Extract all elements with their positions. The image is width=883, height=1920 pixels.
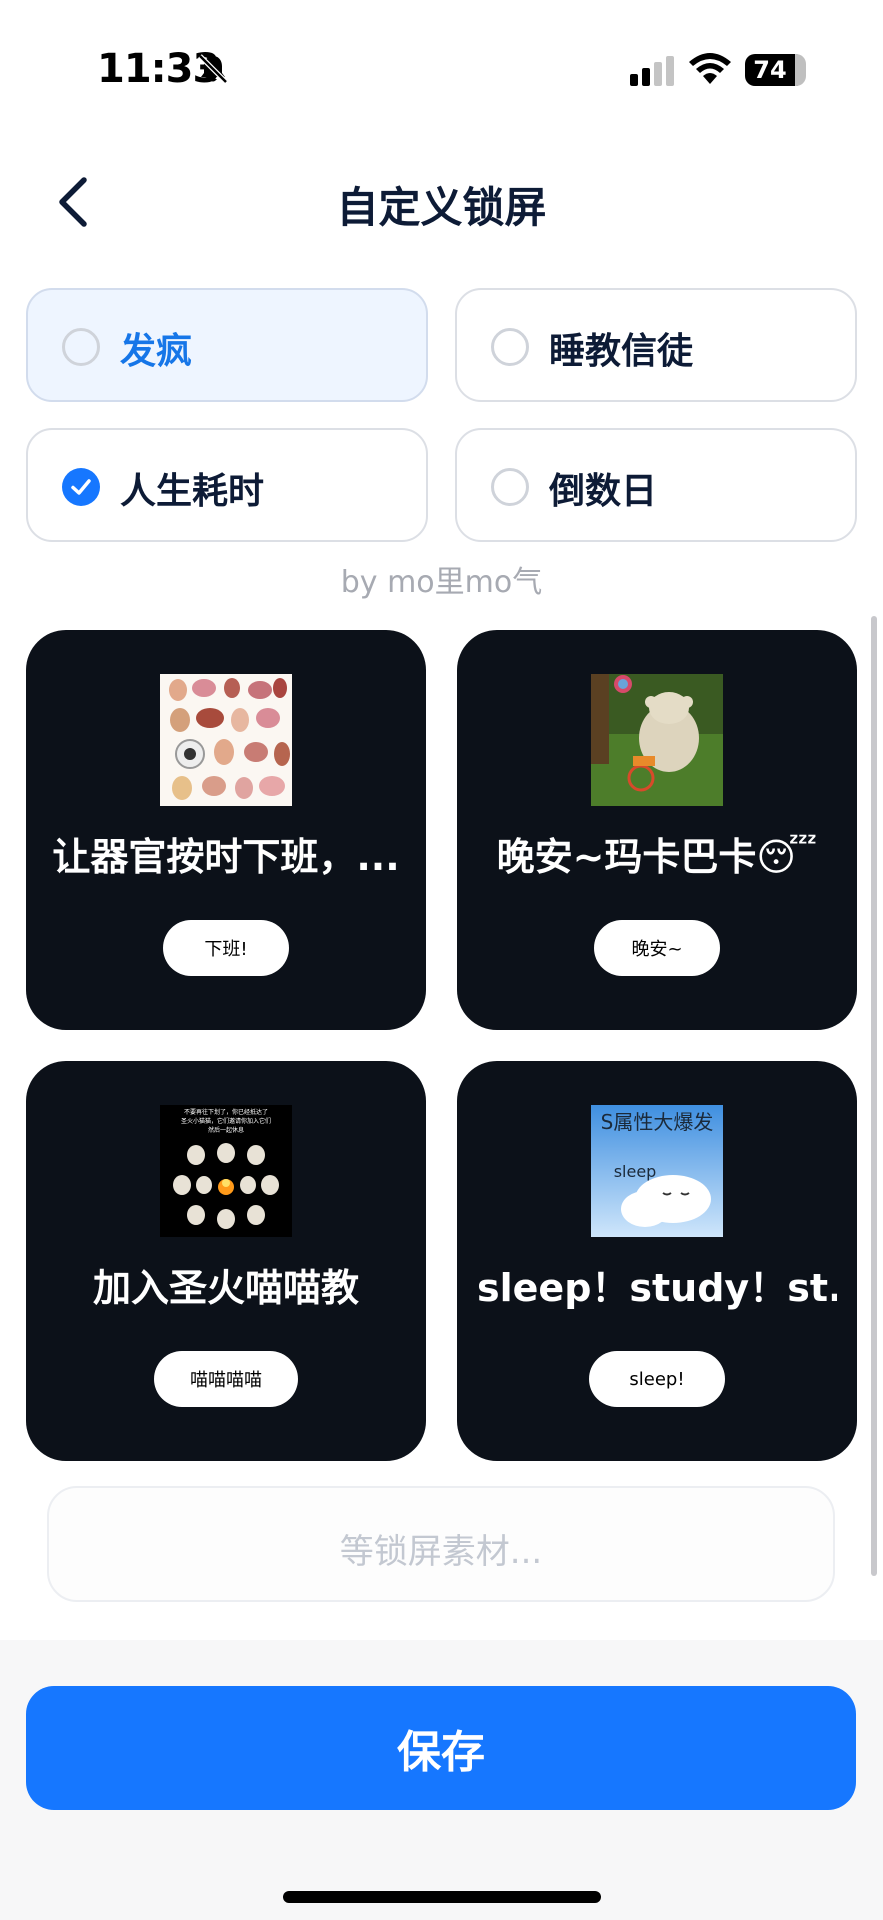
cellular-signal-icon bbox=[630, 56, 674, 86]
option-daoshuri[interactable]: 倒数日 bbox=[455, 428, 857, 542]
option-label: 睡教信徒 bbox=[549, 331, 694, 372]
svg-text:不要再往下划了，你已经抵达了: 不要再往下划了，你已经抵达了 bbox=[184, 1108, 268, 1116]
card-action-button[interactable]: 喵喵喵喵 bbox=[154, 1351, 298, 1407]
svg-text:S属性大爆发: S属性大爆发 bbox=[601, 1110, 714, 1134]
sleepy-cloud-image: S属性大爆发 sleep bbox=[591, 1105, 723, 1237]
radio-checked-icon[interactable] bbox=[62, 468, 100, 506]
lockscreen-card[interactable]: 晚安~玛卡巴卡😴 晚安~ bbox=[457, 630, 857, 1030]
option-label: 倒数日 bbox=[549, 471, 658, 512]
battery-remaining bbox=[795, 54, 806, 86]
lockscreen-card[interactable]: 让器官按时下班，... 下班! bbox=[26, 630, 426, 1030]
more-materials-placeholder: 等锁屏素材... bbox=[47, 1486, 835, 1602]
lockscreen-card[interactable]: S属性大爆发 sleep sleep！study！st... sleep! bbox=[457, 1061, 857, 1461]
home-indicator[interactable] bbox=[283, 1891, 601, 1903]
svg-text:然后一起休息: 然后一起休息 bbox=[208, 1126, 244, 1134]
card-title: 晚安~玛卡巴卡😴 bbox=[496, 835, 818, 879]
lockscreen-card[interactable]: 不要再往下划了，你已经抵达了 圣火小猫猫，它们邀请你加入它们 然后一起休息 加入… bbox=[26, 1061, 426, 1461]
card-title: 加入圣火喵喵教 bbox=[92, 1266, 359, 1310]
card-title: 让器官按时下班，... bbox=[52, 835, 400, 879]
save-button[interactable]: 保存 bbox=[26, 1686, 856, 1810]
makka-pakka-image bbox=[591, 674, 723, 806]
card-title: sleep！study！st... bbox=[477, 1266, 837, 1310]
credit-text: by mo里mo气 bbox=[340, 565, 543, 600]
option-shuijiao[interactable]: 睡教信徒 bbox=[455, 288, 857, 402]
card-action-button[interactable]: sleep! bbox=[589, 1351, 725, 1407]
cats-fire-image: 不要再往下划了，你已经抵达了 圣火小猫猫，它们邀请你加入它们 然后一起休息 bbox=[160, 1105, 292, 1237]
option-label: 发疯 bbox=[120, 331, 193, 372]
svg-text:圣火小猫猫，它们邀请你加入它们: 圣火小猫猫，它们邀请你加入它们 bbox=[181, 1117, 271, 1125]
svg-text:sleep: sleep bbox=[614, 1162, 657, 1181]
card-action-button[interactable]: 下班! bbox=[163, 920, 289, 976]
option-label: 人生耗时 bbox=[120, 471, 265, 512]
option-rensheng[interactable]: 人生耗时 bbox=[26, 428, 428, 542]
radio-unchecked-icon[interactable] bbox=[491, 468, 529, 506]
bell-slash-icon bbox=[198, 54, 228, 84]
radio-unchecked-icon[interactable] bbox=[62, 328, 100, 366]
page-title: 自定义锁屏 bbox=[336, 183, 547, 232]
organs-image bbox=[160, 674, 292, 806]
option-fafeng[interactable]: 发疯 bbox=[26, 288, 428, 402]
radio-unchecked-icon[interactable] bbox=[491, 328, 529, 366]
battery-level: 74 bbox=[753, 56, 787, 84]
wifi-icon bbox=[689, 53, 731, 84]
scrollbar[interactable] bbox=[871, 616, 877, 1576]
card-action-button[interactable]: 晚安~ bbox=[594, 920, 720, 976]
placeholder-text: 等锁屏素材... bbox=[339, 1532, 543, 1572]
